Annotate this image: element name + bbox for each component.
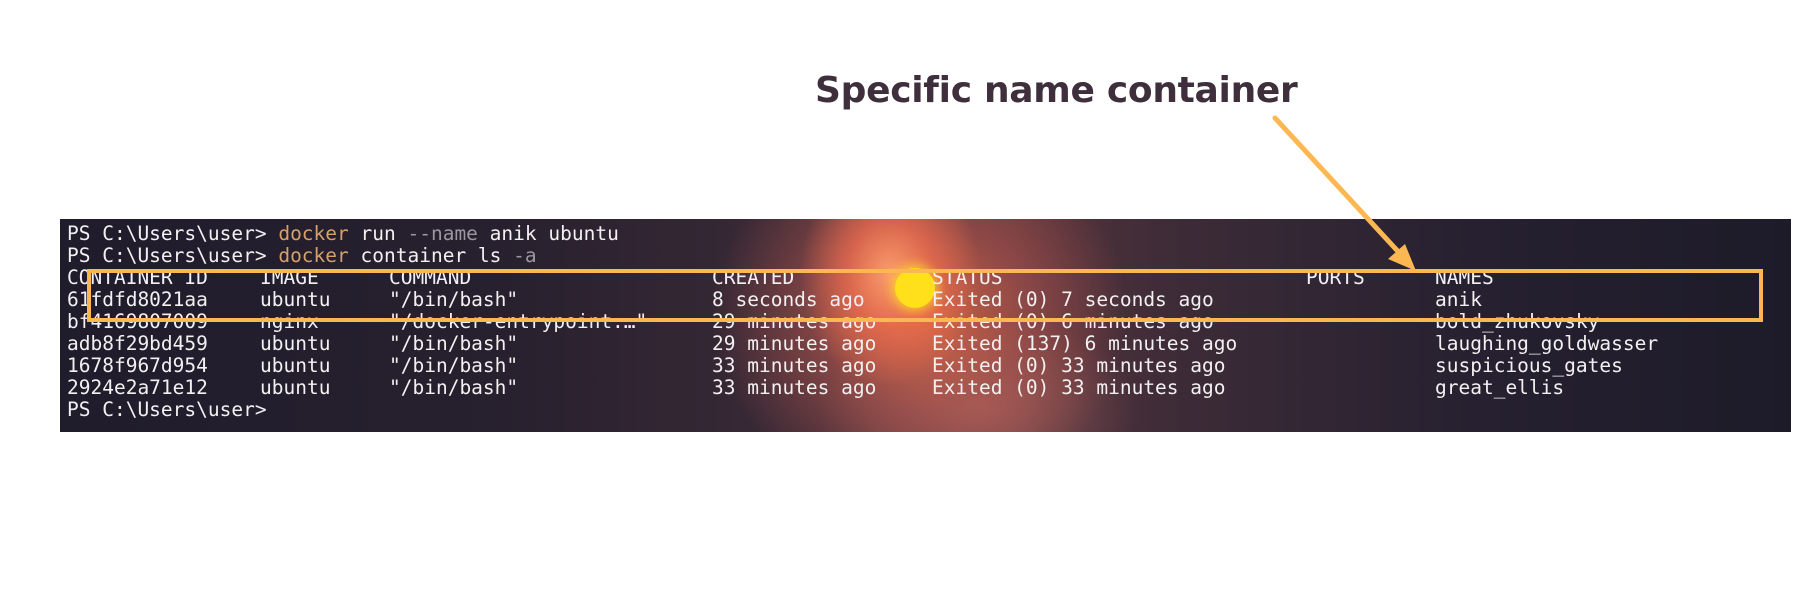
status-cell: Exited (0) 33 minutes ago (932, 376, 1226, 399)
final-prompt: PS C:\Users\user> (67, 398, 267, 421)
command-name: docker (278, 222, 349, 245)
command-cell: "/bin/bash" (389, 332, 519, 355)
status-cell: Exited (0) 33 minutes ago (932, 354, 1226, 377)
container-id-cell: adb8f29bd459 (67, 332, 208, 355)
terminal-window[interactable]: PS C:\Users\user> docker run --name anik… (60, 219, 1791, 432)
command-flag: -a (513, 244, 537, 267)
names-cell: suspicious_gates (1435, 354, 1623, 377)
created-cell: 29 minutes ago (712, 332, 877, 355)
image-cell: ubuntu (260, 332, 331, 355)
command-cell: "/bin/bash" (389, 376, 519, 399)
command-cell: "/bin/bash" (389, 354, 519, 377)
command-args: container ls (348, 244, 514, 267)
names-cell: great_ellis (1435, 376, 1565, 399)
created-cell: 33 minutes ago (712, 376, 877, 399)
prompt-line-1: PS C:\Users\user> docker run --name anik… (67, 223, 619, 245)
image-cell: ubuntu (260, 376, 331, 399)
highlight-box (87, 269, 1763, 322)
command-flag: --name (407, 222, 478, 245)
annotation-title: Specific name container (815, 70, 1298, 111)
prompt-line-2: PS C:\Users\user> docker container ls -a (67, 245, 537, 267)
created-cell: 33 minutes ago (712, 354, 877, 377)
command-rest: anik ubuntu (477, 222, 619, 245)
names-cell: laughing_goldwasser (1435, 332, 1659, 355)
prompt-text: PS C:\Users\user> (67, 244, 279, 267)
status-cell: Exited (137) 6 minutes ago (932, 332, 1238, 355)
prompt-text: PS C:\Users\user> (67, 222, 279, 245)
container-id-cell: 2924e2a71e12 (67, 376, 208, 399)
image-cell: ubuntu (260, 354, 331, 377)
command-name: docker (278, 244, 349, 267)
container-id-cell: 1678f967d954 (67, 354, 208, 377)
command-args: run (348, 222, 408, 245)
